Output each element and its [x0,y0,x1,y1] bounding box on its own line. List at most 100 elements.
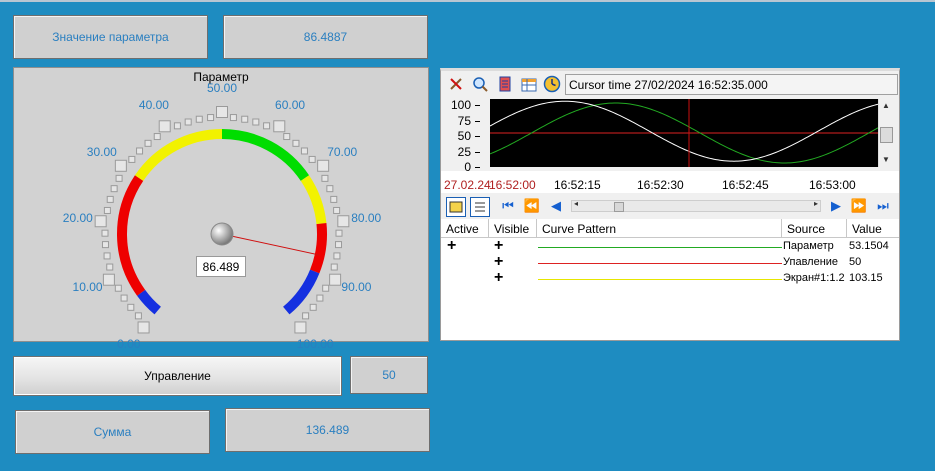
x-axis-start-time: 16:52:00 [489,178,536,192]
minor-tick [330,195,338,203]
trend-vertical-scrollbar[interactable]: ▲ ▼ [878,99,895,167]
time-scroll-thumb[interactable] [614,202,624,212]
col-header-pattern[interactable]: Curve Pattern [537,219,782,238]
visible-mark-icon[interactable]: + [494,238,503,254]
minor-tick [106,263,114,271]
minor-tick [335,241,343,249]
major-tick [317,159,330,172]
legend-row[interactable]: + Упавление 50 [441,254,899,271]
minor-tick [292,139,300,147]
active-mark-icon[interactable]: + [447,238,456,254]
minor-tick [101,229,109,237]
minor-tick [300,147,308,155]
cursor-time-readout: Cursor time 27/02/2024 16:52:35.000 [565,74,898,95]
gauge-tick-label: 50.00 [206,81,238,95]
gauge-needle [221,233,320,256]
minor-tick [308,155,316,163]
gauge-tick-label: 20.00 [62,210,93,225]
y-axis-tick-mark [475,136,480,137]
major-tick [294,321,307,334]
minor-tick [110,185,118,193]
trend-chart[interactable] [490,99,878,167]
minor-tick [106,195,114,203]
gauge-value-readout: 86.489 [196,256,246,277]
gauge-tick-label: 10.00 [72,280,103,295]
col-header-visible[interactable]: Visible [489,219,537,238]
minor-tick [101,241,109,249]
trend-panel: Cursor time 27/02/2024 16:52:35.000 100 7… [440,68,900,341]
major-tick [158,120,171,133]
clock-icon[interactable] [543,75,561,93]
scroll-up-icon[interactable]: ▲ [882,101,890,110]
gauge-tick-label: 70.00 [327,144,358,159]
y-axis-tick-mark [475,151,480,153]
fast-back-icon[interactable]: ⏪ [523,197,541,215]
curve-pattern-line [538,247,782,248]
trend-navigation-bar: ⏮ ⏪ ◀ ◂ ▸ ▶ ⏩ ⏭ [441,193,899,219]
y-axis-tick-mark [475,167,480,168]
list-view-icon[interactable] [470,197,490,217]
time-scrollbar[interactable]: ◂ ▸ [571,199,821,212]
minor-tick [252,118,260,126]
param-label: Значение параметра [13,15,208,59]
legend-value: 50 [849,256,862,268]
legend-value: 103.15 [849,272,883,284]
scroll-left-icon[interactable]: ◂ [574,199,578,208]
gauge-tick-label: 0.00 [117,337,141,352]
control-button[interactable]: Управление [13,356,342,396]
major-tick [94,215,107,228]
trend-x-axis: 27.02.24 16:52:00 16:52:15 16:52:30 16:5… [441,171,899,193]
minor-tick [263,122,271,130]
minor-tick [326,185,334,193]
legend-row[interactable]: + Экран#1:1.2 103.15 [441,270,899,287]
legend-toggle-icon[interactable] [446,197,466,217]
legend-value: 53.1504 [849,240,889,252]
minor-tick [115,174,123,182]
minor-tick [136,147,144,155]
minor-tick [283,133,291,141]
legend-source: Упавление [783,256,839,268]
zoom-in-icon[interactable] [471,75,489,93]
sum-value-display: 136.489 [225,408,430,452]
minor-tick [241,115,249,123]
minor-tick [144,139,152,147]
y-axis-tick-label: 50 [457,129,471,143]
col-header-source[interactable]: Source [782,219,847,238]
go-last-icon[interactable]: ⏭ [874,197,892,215]
y-axis-tick-label: 75 [457,113,471,128]
table-icon[interactable] [520,75,538,93]
visible-mark-icon[interactable]: + [494,254,503,270]
scroll-down-icon[interactable]: ▼ [882,155,890,164]
x-axis-date: 27.02.24 [444,178,491,192]
minor-tick [184,118,192,126]
col-header-active[interactable]: Active [441,219,489,238]
trend-plot-area: 100 75 50 25 0 ▲ ▼ [441,98,899,174]
gauge-dial [94,106,350,334]
zoom-cancel-icon[interactable] [447,75,465,93]
minor-tick [128,155,136,163]
legend-row[interactable]: + + Параметр 53.1504 [441,238,899,255]
scroll-right-icon[interactable]: ▸ [814,199,818,208]
minor-tick [321,174,329,182]
fast-forward-icon[interactable]: ⏩ [850,197,868,215]
col-header-value[interactable]: Value [847,219,899,238]
minor-tick [103,252,111,260]
gauge-panel: Параметр 0.00 10.00 20.00 30.00 40.00 50.00 60… [13,67,429,351]
step-forward-icon[interactable]: ▶ [827,197,845,215]
minor-tick [153,133,161,141]
minor-tick [333,206,341,214]
trend-legend-table: Active Visible Curve Pattern Source Valu… [441,219,899,340]
minor-tick [103,206,111,214]
gauge-tick-label: 40.00 [138,97,169,112]
x-axis-tick-label: 16:52:15 [554,178,601,192]
step-back-icon[interactable]: ◀ [547,197,565,215]
window-top-edge [0,0,935,2]
legend-source: Экран#1:1.2 [783,272,845,284]
minor-tick [309,303,317,311]
minor-tick [134,312,142,320]
minor-tick [195,115,203,123]
go-first-icon[interactable]: ⏮ [499,197,517,215]
vertical-scroll-thumb[interactable] [880,127,893,143]
visible-mark-icon[interactable]: + [494,270,503,286]
print-icon[interactable] [496,75,514,93]
